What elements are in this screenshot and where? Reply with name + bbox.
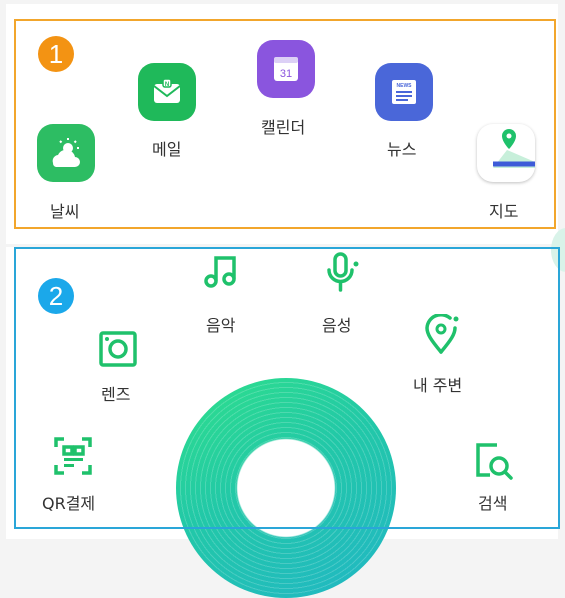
news-app[interactable]: NEWS xyxy=(375,63,433,121)
location-pin-icon[interactable] xyxy=(423,314,463,354)
voice-label: 음성 xyxy=(322,316,352,335)
music-label: 음악 xyxy=(206,316,236,335)
section1-badge: 1 xyxy=(38,36,74,72)
weather-label: 날씨 xyxy=(50,202,80,221)
search-label: 검색 xyxy=(478,494,508,513)
news-label: 뉴스 xyxy=(387,140,417,159)
search-icon[interactable] xyxy=(473,442,513,482)
qr-code-icon[interactable] xyxy=(53,436,93,476)
calendar-label: 캘린더 xyxy=(261,118,306,137)
news-icon: NEWS xyxy=(392,80,416,104)
map-icon xyxy=(493,129,535,168)
mail-icon: N xyxy=(153,78,181,103)
music-icon[interactable] xyxy=(201,250,241,290)
nearby-label: 내 주변 xyxy=(413,376,463,395)
mail-app[interactable]: N xyxy=(138,63,196,121)
calendar-icon: 31 xyxy=(274,57,298,81)
qr-payment-label: QR결제 xyxy=(42,494,96,513)
mail-label: 메일 xyxy=(152,140,182,159)
calendar-app[interactable]: 31 xyxy=(257,40,315,98)
svg-text:N: N xyxy=(165,82,169,88)
section2-highlight xyxy=(14,247,560,529)
news-tag: NEWS xyxy=(397,83,413,89)
map-label: 지도 xyxy=(489,202,519,221)
map-app[interactable] xyxy=(477,124,535,182)
microphone-icon[interactable] xyxy=(322,252,362,292)
lens-icon[interactable] xyxy=(98,330,138,370)
lens-label: 렌즈 xyxy=(101,385,131,404)
calendar-date: 31 xyxy=(280,68,292,80)
weather-icon xyxy=(52,138,80,167)
weather-app[interactable] xyxy=(37,124,95,182)
section2-badge: 2 xyxy=(38,278,74,314)
